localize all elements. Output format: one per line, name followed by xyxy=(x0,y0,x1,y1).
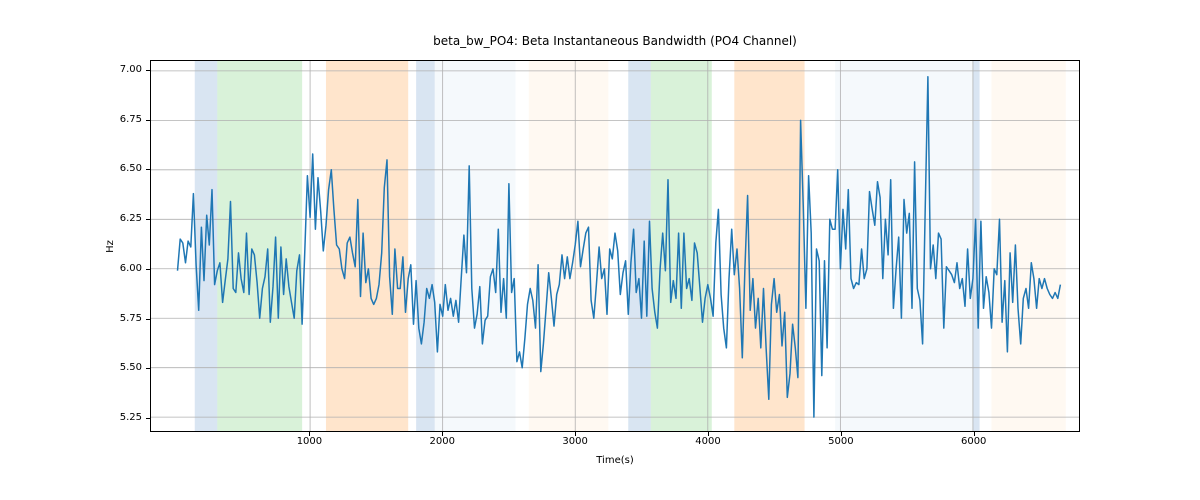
figure: beta_bw_PO4: Beta Instantaneous Bandwidt… xyxy=(0,0,1200,500)
ytick-mark xyxy=(146,169,150,170)
plot-canvas xyxy=(151,61,1079,431)
xtick-label: 3000 xyxy=(545,436,605,447)
ytick-mark xyxy=(146,70,150,71)
xtick-mark xyxy=(708,432,709,436)
ytick-mark xyxy=(146,418,150,419)
chart-title: beta_bw_PO4: Beta Instantaneous Bandwidt… xyxy=(150,34,1080,48)
y-axis-label: Hz xyxy=(100,60,120,432)
xtick-label: 1000 xyxy=(279,436,339,447)
xtick-label: 2000 xyxy=(412,436,472,447)
background-spans xyxy=(195,61,1066,431)
chart-axes xyxy=(150,60,1080,432)
ytick-mark xyxy=(146,269,150,270)
xtick-label: 6000 xyxy=(944,436,1004,447)
xtick-label: 4000 xyxy=(678,436,738,447)
xtick-mark xyxy=(575,432,576,436)
ytick-mark xyxy=(146,219,150,220)
ytick-mark xyxy=(146,319,150,320)
xtick-mark xyxy=(841,432,842,436)
ytick-mark xyxy=(146,368,150,369)
xtick-mark xyxy=(442,432,443,436)
xtick-mark xyxy=(974,432,975,436)
xtick-label: 5000 xyxy=(811,436,871,447)
x-axis-label: Time(s) xyxy=(150,455,1080,466)
xtick-mark xyxy=(309,432,310,436)
ytick-mark xyxy=(146,120,150,121)
